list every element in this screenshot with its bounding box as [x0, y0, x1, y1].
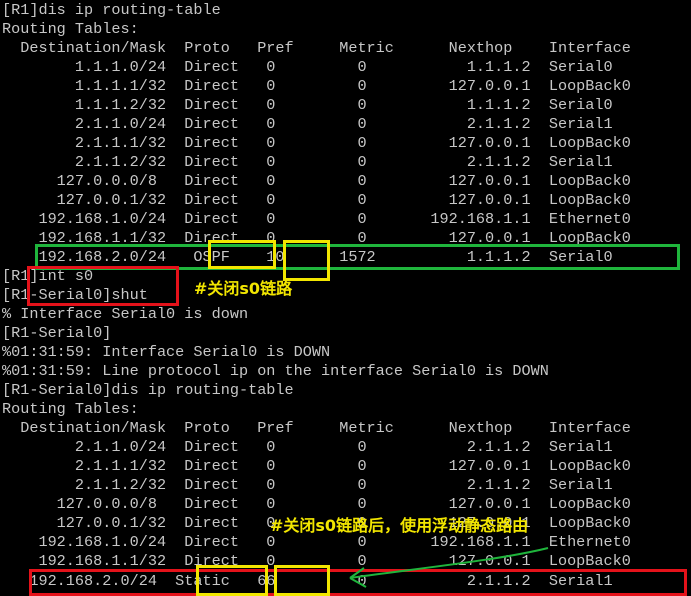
arrow-icon [349, 547, 549, 588]
terminal-window[interactable]: [R1]dis ip routing-table Routing Tables:… [0, 0, 691, 596]
